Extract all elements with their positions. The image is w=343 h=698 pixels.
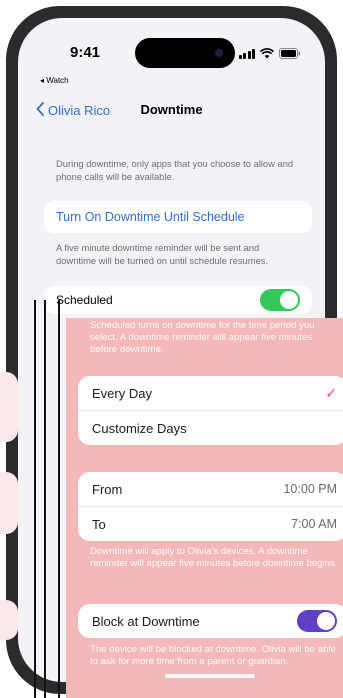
ghost-card-left — [0, 372, 18, 442]
battery-icon — [279, 48, 301, 59]
every-day-label: Every Day — [92, 385, 152, 401]
to-value: 7:00 AM — [291, 517, 337, 531]
from-row[interactable]: From 10:00 PM — [78, 472, 343, 507]
signal-icon — [238, 49, 255, 59]
turn-on-card: Turn On Downtime Until Schedule — [44, 201, 312, 233]
back-to-app[interactable]: ◂ Watch — [40, 76, 69, 85]
page-title: Downtime — [140, 102, 203, 117]
scheduled-toggle[interactable] — [260, 289, 300, 311]
option-customize-days[interactable]: Customize Days — [78, 411, 343, 445]
scheduled-note: Scheduled turns on downtime for the time… — [90, 320, 315, 355]
status-icons — [238, 47, 302, 59]
navigation-bar: Olivia Rico Downtime — [18, 98, 325, 128]
days-card: Every Day ✓ Customize Days — [78, 376, 343, 445]
apply-note: Downtime will apply to Olivia's devices.… — [90, 546, 338, 569]
option-every-day[interactable]: Every Day ✓ — [78, 376, 343, 411]
render-artifact — [34, 300, 36, 698]
from-value: 10:00 PM — [283, 482, 337, 496]
block-card: Block at Downtime — [78, 604, 343, 638]
status-time: 9:41 — [70, 44, 101, 61]
to-label: To — [92, 516, 106, 532]
block-note: The device will be blocked at downtime. … — [90, 644, 336, 667]
scheduled-card: Scheduled — [44, 286, 312, 314]
render-artifact — [44, 300, 46, 698]
from-label: From — [92, 481, 123, 497]
wifi-icon — [260, 48, 274, 59]
render-artifact — [58, 300, 60, 698]
scheduled-label: Scheduled — [56, 293, 113, 307]
dynamic-island — [135, 38, 235, 68]
schedule-panel: Scheduled turns on downtime for the time… — [66, 318, 343, 698]
intro-text: During downtime, only apps that you choo… — [56, 158, 294, 182]
checkmark-icon: ✓ — [325, 384, 337, 401]
time-range-card: From 10:00 PM To 7:00 AM — [78, 472, 343, 541]
to-row[interactable]: To 7:00 AM — [78, 507, 343, 541]
ghost-card-left — [0, 600, 18, 640]
turn-on-downtime-button[interactable]: Turn On Downtime Until Schedule — [44, 201, 312, 233]
scheduled-row[interactable]: Scheduled — [44, 286, 312, 314]
reminder-text: A five minute downtime reminder will be … — [56, 242, 269, 266]
customize-days-label: Customize Days — [92, 420, 187, 436]
home-indicator — [165, 674, 255, 678]
ghost-card-left — [0, 472, 18, 534]
block-label: Block at Downtime — [92, 613, 200, 629]
status-bar: 9:41 — [18, 18, 325, 78]
block-row[interactable]: Block at Downtime — [78, 604, 343, 638]
block-toggle[interactable] — [297, 610, 337, 632]
